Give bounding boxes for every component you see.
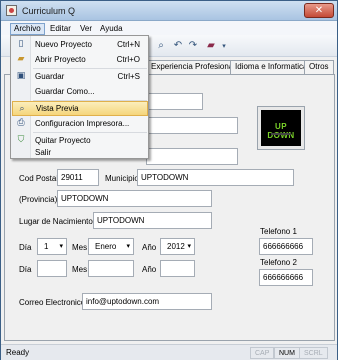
dia-select-value: 1 <box>44 242 49 251</box>
menu-item-quitar-proyecto[interactable]: ⛉ Quitar Proyecto <box>12 133 148 148</box>
provincia-label: (Provincia) <box>19 195 58 204</box>
status-num: NUM <box>274 347 300 359</box>
ano2-field[interactable] <box>160 260 195 277</box>
tab-idioma[interactable]: Idioma e Informatica <box>230 60 313 74</box>
menu-item-salir[interactable]: Salir <box>12 147 148 159</box>
menu-ayuda[interactable]: Ayuda <box>97 23 126 35</box>
tab-experiencia[interactable]: Experiencia Profesional <box>146 60 241 74</box>
menu-item-label: Configuracion Impresora... <box>35 119 130 128</box>
menu-editar[interactable]: Editar <box>47 23 74 35</box>
menu-item-shortcut: Ctrl+O <box>116 55 140 64</box>
remove-project-icon: ⛉ <box>17 135 25 145</box>
menu-archivo[interactable]: Archivo <box>10 23 45 35</box>
cod-postal-field[interactable]: 29011 <box>57 169 99 186</box>
status-scrl: SCRL <box>299 347 328 359</box>
address-field[interactable] <box>146 148 238 165</box>
menu-bar: Archivo Editar Ver Ayuda <box>1 21 337 35</box>
dia-label: Día <box>19 243 32 252</box>
menu-item-label: Vista Previa <box>36 104 79 113</box>
telefono1-field[interactable]: 666666666 <box>259 238 313 255</box>
mes2-label: Mes <box>72 265 88 274</box>
main-window: Curriculum Q ✕ Archivo Editar Ver Ayuda … <box>0 0 338 360</box>
status-bar: Ready CAP NUM SCRL <box>1 344 337 360</box>
provincia-field[interactable]: UPTODOWN <box>57 190 212 207</box>
dia-chevron-down-icon: ▾ <box>59 242 63 250</box>
ano-chevron-down-icon: ▾ <box>187 242 191 250</box>
menu-item-label: Nuevo Proyecto <box>35 40 92 49</box>
mes2-field[interactable] <box>88 260 134 277</box>
photo-logo-text: UP DOWN <box>267 122 295 140</box>
mes-chevron-down-icon: ▾ <box>126 242 130 250</box>
telefono2-field[interactable]: 666666666 <box>259 269 313 286</box>
menu-item-guardar[interactable]: ▣ Guardar Ctrl+S <box>12 69 148 84</box>
menu-item-nuevo-proyecto[interactable]: ▯ Nuevo Proyecto Ctrl+N <box>12 37 148 52</box>
app-icon <box>6 5 17 16</box>
undo-icon[interactable]: ↶ <box>171 39 185 53</box>
save-icon: ▣ <box>16 71 26 81</box>
name-field[interactable] <box>146 93 203 110</box>
telefono1-label: Telefono 1 <box>260 227 297 236</box>
file-menu-dropdown: ▯ Nuevo Proyecto Ctrl+N ▰ Abrir Proyecto… <box>10 35 149 159</box>
ano-select[interactable]: 2012 ▾ <box>160 238 195 255</box>
open-folder-icon: ▰ <box>17 54 25 64</box>
correo-label: Correo Electronico <box>19 298 86 307</box>
find-icon[interactable]: ⌕ <box>154 39 168 53</box>
mes-select-value: Enero <box>95 242 117 251</box>
surname-field[interactable] <box>146 117 238 134</box>
menu-item-label: Abrir Proyecto <box>35 55 86 64</box>
print-preview-icon: ⌕ <box>19 104 25 114</box>
menu-item-configuracion-impresora[interactable]: ⎙ Configuracion Impresora... <box>12 116 148 131</box>
menu-item-vista-previa[interactable]: ⌕ Vista Previa <box>12 101 148 116</box>
status-cap: CAP <box>250 347 275 359</box>
mes-label: Mes <box>72 243 88 252</box>
menu-ver[interactable]: Ver <box>77 23 95 35</box>
cod-postal-label: Cod Postal <box>19 174 59 183</box>
ano-label: Año <box>142 243 157 252</box>
correo-field[interactable]: info@uptodown.com <box>82 293 212 310</box>
redo-icon[interactable]: ↷ <box>186 39 200 53</box>
title-bar: Curriculum Q ✕ <box>1 1 337 21</box>
dia-select[interactable]: 1 ▾ <box>37 238 67 255</box>
printer-settings-icon: ⎙ <box>17 118 25 128</box>
menu-item-label: Guardar <box>35 72 65 81</box>
ano-select-value: 2012 <box>167 242 185 251</box>
status-text: Ready <box>6 348 30 357</box>
nacimiento-label: Lugar de Nacimiento <box>19 217 93 226</box>
book-icon[interactable]: ▰ <box>204 39 218 53</box>
profile-photo[interactable]: UP DOWN <box>257 106 305 150</box>
nacimiento-field[interactable]: UPTODOWN <box>93 212 212 229</box>
ano2-label: Año <box>142 265 157 274</box>
menu-item-label: Salir <box>35 148 52 157</box>
menu-item-label: Guardar Como... <box>35 87 95 96</box>
window-title: Curriculum Q <box>22 6 76 16</box>
dia2-label: Día <box>19 265 32 274</box>
menu-item-abrir-proyecto[interactable]: ▰ Abrir Proyecto Ctrl+O <box>12 52 148 67</box>
municipio-field[interactable]: UPTODOWN <box>137 169 294 186</box>
menu-item-label: Quitar Proyecto <box>35 136 91 145</box>
new-document-icon: ▯ <box>18 39 24 49</box>
close-button[interactable]: ✕ <box>304 3 334 18</box>
menu-item-shortcut: Ctrl+S <box>117 72 140 81</box>
toolbar-more-icon[interactable]: ▾ <box>217 39 231 53</box>
photo-logo-underline <box>271 133 291 135</box>
menu-item-guardar-como[interactable]: Guardar Como... <box>12 84 148 99</box>
municipio-label: Municipio <box>105 174 139 183</box>
dia2-field[interactable] <box>37 260 67 277</box>
mes-select[interactable]: Enero ▾ <box>88 238 134 255</box>
menu-item-shortcut: Ctrl+N <box>117 40 140 49</box>
tab-otros[interactable]: Otros <box>304 60 334 74</box>
telefono2-label: Telefono 2 <box>260 258 297 267</box>
